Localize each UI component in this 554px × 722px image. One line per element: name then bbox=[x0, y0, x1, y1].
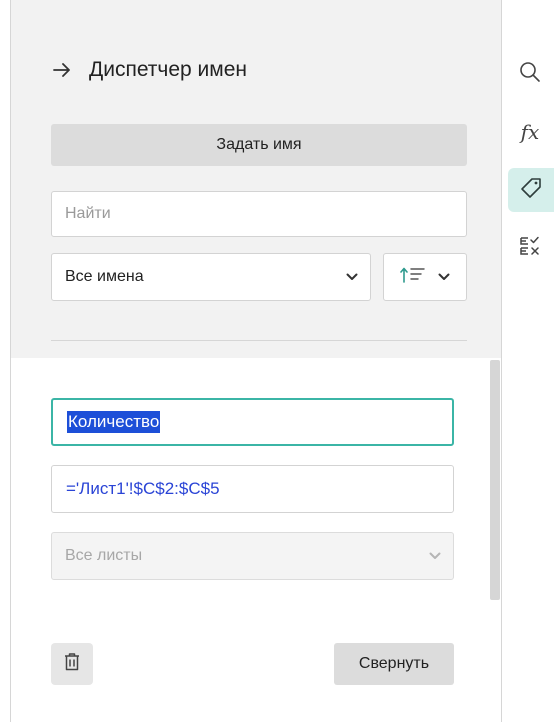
function-icon: fx bbox=[520, 120, 540, 144]
checklist-icon bbox=[518, 234, 542, 263]
scope-value: Все листы bbox=[65, 547, 143, 564]
search-input[interactable]: Найти bbox=[51, 191, 467, 237]
collapse-button[interactable]: Свернуть bbox=[334, 643, 454, 685]
panel-top-area: Диспетчер имен Задать имя Найти Все имен… bbox=[11, 0, 501, 358]
names-filter-select[interactable]: Все имена bbox=[51, 253, 371, 301]
sort-ascending-icon bbox=[400, 266, 426, 289]
toolbar-function-button[interactable]: fx bbox=[508, 110, 552, 154]
collapse-panel-arrow-icon[interactable] bbox=[53, 63, 71, 77]
range-formula-field[interactable]: ='Лист1'!$C$2:$C$5 bbox=[51, 465, 454, 513]
chevron-down-icon bbox=[429, 547, 441, 565]
define-name-button[interactable]: Задать имя bbox=[51, 124, 467, 166]
panel-title: Диспетчер имен bbox=[89, 58, 248, 81]
toolbar-search-button[interactable] bbox=[508, 52, 552, 96]
tag-icon bbox=[519, 176, 543, 205]
divider bbox=[51, 340, 467, 341]
range-formula-value: ='Лист1'!$C$2:$C$5 bbox=[66, 479, 220, 498]
scope-select: Все листы bbox=[51, 532, 454, 580]
name-manager-panel: Диспетчер имен Задать имя Найти Все имен… bbox=[10, 0, 502, 722]
chevron-down-icon bbox=[438, 268, 450, 286]
name-field-value: Количество bbox=[67, 411, 161, 433]
chevron-down-icon bbox=[346, 268, 358, 286]
delete-name-button[interactable] bbox=[51, 643, 93, 685]
names-filter-value: Все имена bbox=[65, 268, 144, 285]
right-toolbar: fx bbox=[503, 0, 554, 722]
panel-header: Диспетчер имен bbox=[53, 58, 247, 82]
name-field[interactable]: Количество bbox=[51, 398, 454, 446]
toolbar-names-button[interactable] bbox=[508, 168, 554, 212]
search-icon bbox=[518, 60, 542, 89]
toolbar-checklist-button[interactable] bbox=[508, 226, 552, 270]
sort-button[interactable] bbox=[383, 253, 467, 301]
trash-icon bbox=[63, 652, 81, 677]
scrollbar[interactable] bbox=[490, 360, 500, 600]
